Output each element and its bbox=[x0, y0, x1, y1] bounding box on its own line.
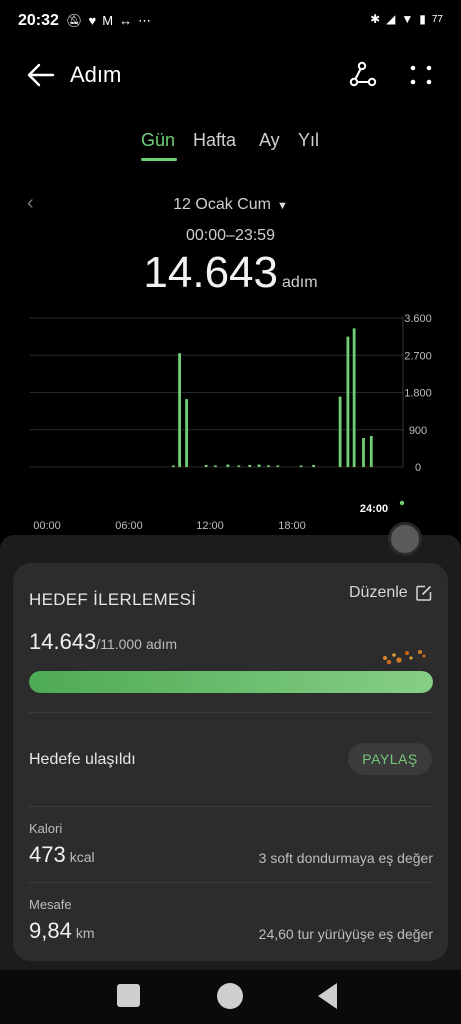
chart-bar[interactable] bbox=[369, 435, 373, 467]
y-tick-label: 3.600 bbox=[404, 313, 432, 325]
chart-bar[interactable] bbox=[171, 465, 175, 468]
bluetooth-icon: ✱ bbox=[370, 12, 381, 26]
gmail-icon: M bbox=[102, 13, 120, 28]
goal-progress-text: 14.643/11.000 adım bbox=[29, 629, 178, 654]
goal-title: HEDEF İLERLEMESİ bbox=[29, 590, 197, 609]
more-options-icon[interactable] bbox=[404, 58, 438, 92]
edit-goal-button[interactable]: Düzenle bbox=[349, 584, 432, 602]
battery-level: 77 bbox=[431, 13, 443, 25]
tab-year[interactable]: Yıl bbox=[298, 130, 319, 151]
chart-bar[interactable] bbox=[276, 465, 280, 468]
battery-icon: ▮ bbox=[419, 12, 426, 26]
status-bar: 20:32 🔕︎♥︎M↔⋯ ✱ ◢ ▼ ▮ 77 bbox=[0, 0, 461, 44]
heart-app-icon: ♥︎ bbox=[88, 13, 103, 28]
chart-bar[interactable] bbox=[226, 464, 230, 467]
chart-bar[interactable] bbox=[257, 464, 261, 467]
x-tick-label: 06:00 bbox=[115, 520, 143, 532]
x-tick-label: 00:00 bbox=[33, 520, 61, 532]
active-tab-indicator bbox=[141, 158, 177, 161]
date-selector[interactable]: 12 Ocak Cum ▼ bbox=[0, 196, 461, 214]
link-icon: ↔ bbox=[119, 13, 139, 28]
goal-reached-label: Hedefe ulaşıldı bbox=[29, 751, 136, 768]
status-system-icons: ✱ ◢ ▼ ▮ 77 bbox=[370, 12, 443, 26]
date-label: 12 Ocak Cum bbox=[173, 196, 271, 213]
more-dots-icon: ⋯ bbox=[138, 13, 158, 28]
system-nav-bar bbox=[0, 970, 461, 1024]
divider bbox=[29, 882, 433, 883]
recents-button[interactable] bbox=[117, 984, 140, 1007]
y-tick-label: 2.700 bbox=[404, 350, 432, 362]
distance-unit: km bbox=[75, 925, 95, 941]
step-count: 14.643 bbox=[143, 248, 278, 297]
current-time-dot bbox=[399, 500, 405, 506]
tab-week[interactable]: Hafta bbox=[193, 130, 236, 151]
distance-value-row: 9,84 km bbox=[29, 918, 95, 944]
chart-bar[interactable] bbox=[267, 465, 270, 467]
goal-progress-bar bbox=[29, 671, 433, 693]
distance-equivalent: 24,60 tur yürüyüşe eş değer bbox=[258, 926, 433, 942]
tab-month[interactable]: Ay bbox=[259, 130, 280, 151]
calorie-value: 473 bbox=[29, 842, 66, 867]
x-tick-label: 12:00 bbox=[196, 520, 224, 532]
x-tick-label: 24:00 bbox=[360, 503, 388, 515]
distance-label: Mesafe bbox=[29, 897, 72, 912]
goal-unit: adım bbox=[145, 636, 178, 652]
y-tick-label: 900 bbox=[409, 425, 427, 437]
edit-label: Düzenle bbox=[349, 584, 408, 601]
steps-bar-chart[interactable]: 3.600 2.700 1.800 900 0 00:00 06:00 12:00 18:00 2… bbox=[0, 300, 461, 540]
back-arrow-icon[interactable] bbox=[26, 60, 56, 90]
chart-bar[interactable] bbox=[362, 438, 365, 467]
home-button[interactable] bbox=[217, 983, 243, 1009]
divider bbox=[29, 712, 433, 713]
chart-bar[interactable] bbox=[299, 465, 303, 468]
chart-bar[interactable] bbox=[204, 464, 208, 467]
calorie-equivalent: 3 soft dondurmaya eş değer bbox=[258, 850, 433, 866]
chart-bar[interactable] bbox=[185, 399, 189, 467]
y-tick-label: 0 bbox=[415, 462, 421, 474]
divider bbox=[29, 806, 433, 807]
bell-off-icon: 🔕︎ bbox=[66, 13, 89, 28]
share-icon[interactable] bbox=[345, 58, 379, 92]
goal-current: 14.643 bbox=[29, 629, 97, 654]
wifi-icon: ▼ bbox=[401, 12, 414, 26]
chart-bar[interactable] bbox=[214, 465, 217, 468]
chart-scrub-handle[interactable] bbox=[388, 522, 422, 556]
app-bar: Adım bbox=[0, 44, 461, 104]
calorie-value-row: 473 kcal bbox=[29, 842, 95, 868]
period-tabs: Gün Hafta Ay Yıl bbox=[0, 124, 461, 164]
chart-bar[interactable] bbox=[248, 464, 252, 467]
step-total: 14.643 adım bbox=[0, 248, 461, 298]
edit-icon bbox=[415, 585, 431, 601]
chart-bar[interactable] bbox=[237, 465, 241, 468]
chart-bar[interactable] bbox=[352, 328, 356, 467]
goal-target: 11.000 bbox=[100, 636, 142, 652]
signal-icon: ◢ bbox=[386, 12, 396, 26]
chart-bar[interactable] bbox=[346, 336, 350, 467]
tab-day[interactable]: Gün bbox=[141, 130, 175, 151]
status-notification-icons: 🔕︎♥︎M↔⋯ bbox=[66, 13, 157, 29]
chart-bar[interactable] bbox=[178, 353, 181, 467]
calorie-label: Kalori bbox=[29, 821, 63, 836]
confetti-icon bbox=[383, 650, 426, 665]
x-tick-label: 18:00 bbox=[278, 520, 306, 532]
distance-value: 9,84 bbox=[29, 918, 72, 943]
step-unit: adım bbox=[282, 274, 318, 291]
caret-down-icon: ▼ bbox=[276, 200, 288, 212]
status-time: 20:32 bbox=[18, 12, 59, 29]
y-tick-label: 1.800 bbox=[404, 388, 432, 400]
page-title: Adım bbox=[70, 62, 122, 87]
chart-bar[interactable] bbox=[312, 464, 316, 467]
nav-back-icon[interactable] bbox=[316, 982, 338, 1010]
time-range: 00:00–23:59 bbox=[186, 227, 275, 244]
chart-bar[interactable] bbox=[338, 396, 342, 467]
goal-progress-fill bbox=[29, 671, 433, 693]
share-button[interactable]: PAYLAŞ bbox=[348, 743, 432, 775]
calorie-unit: kcal bbox=[69, 849, 95, 865]
